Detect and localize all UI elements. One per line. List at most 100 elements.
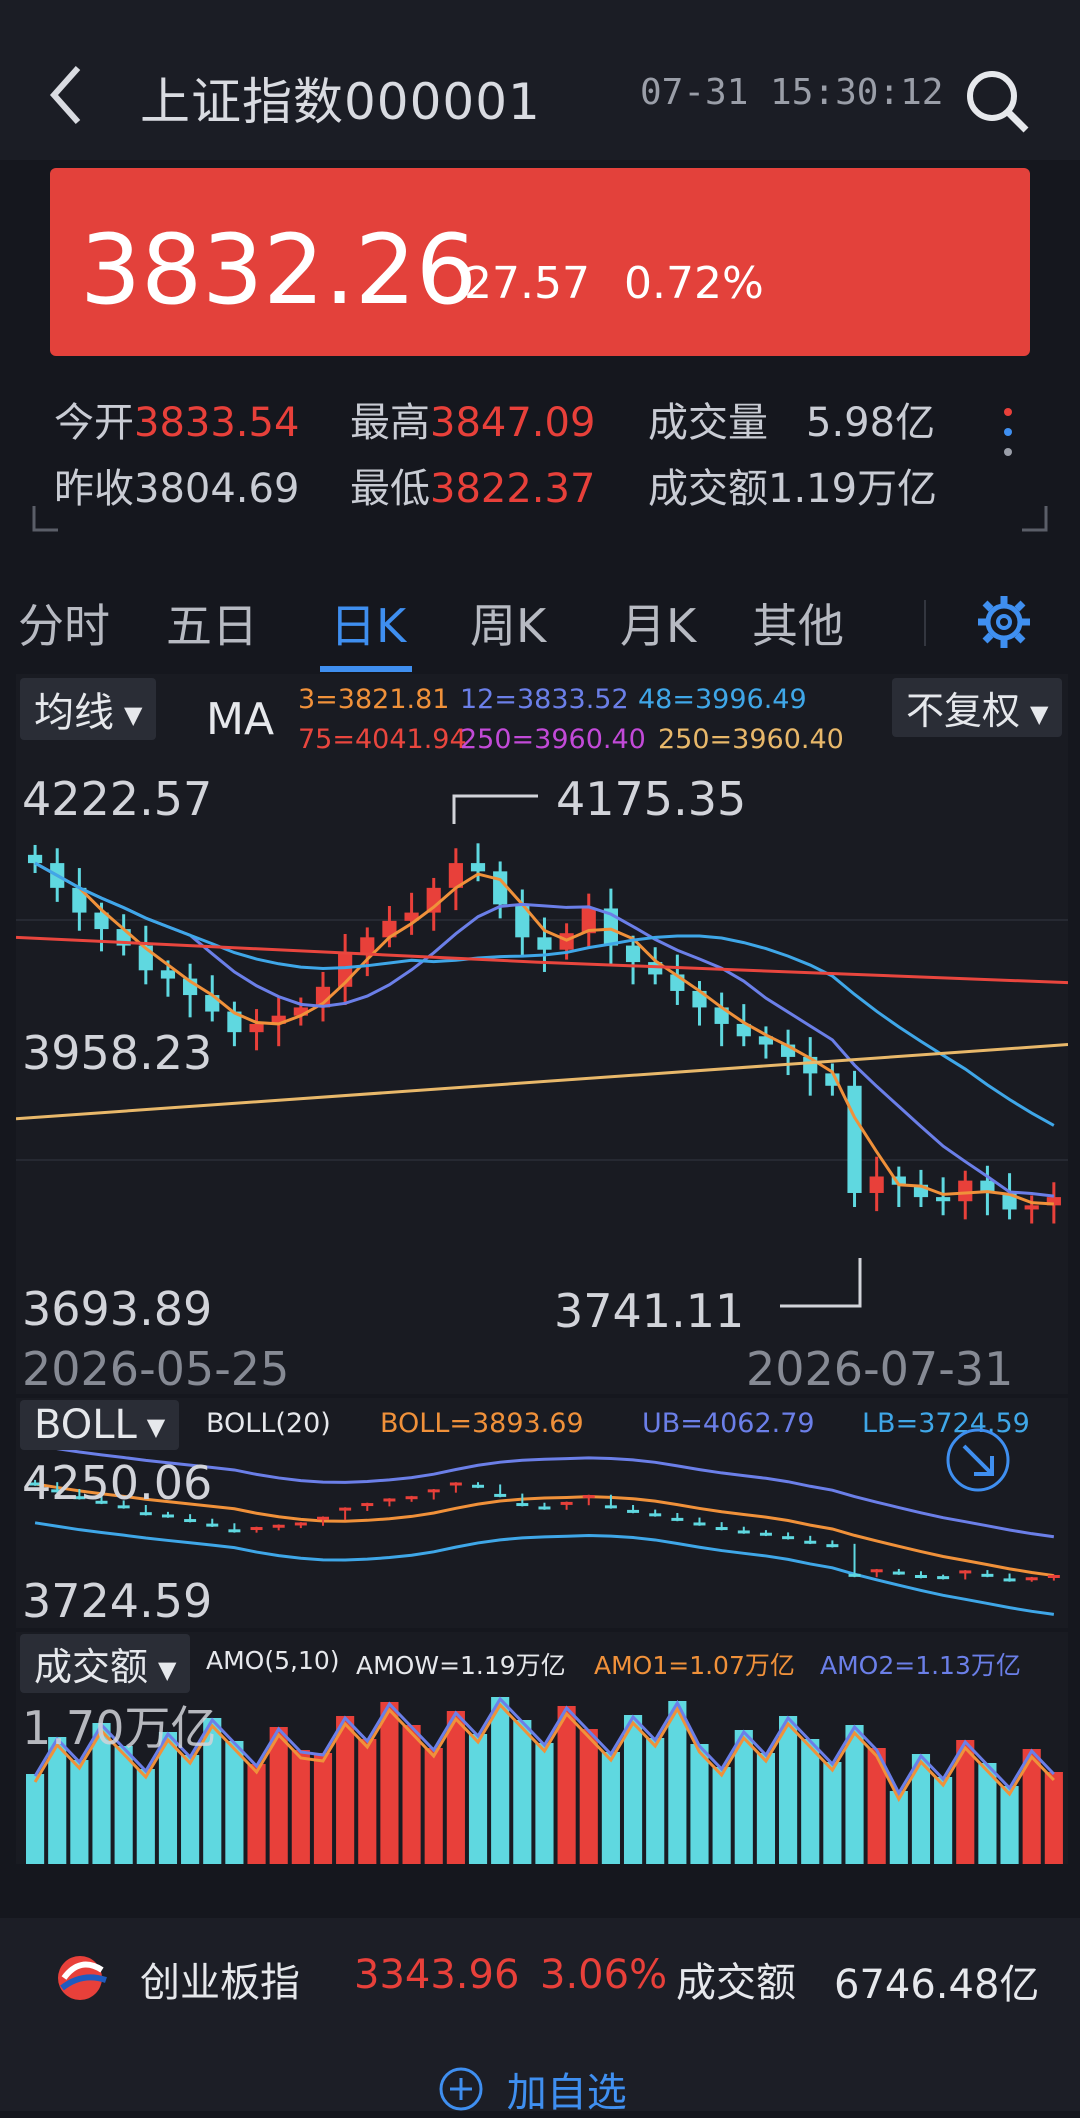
volume-bar xyxy=(114,1746,133,1864)
volume-bar xyxy=(225,1741,244,1864)
volume-bar xyxy=(1000,1786,1019,1864)
page-indicator[interactable] xyxy=(1004,408,1012,468)
volume-bar xyxy=(535,1743,554,1864)
ma75-value: 75=4041.94 xyxy=(298,724,467,755)
boll-dropdown[interactable]: BOLL ▼ xyxy=(20,1400,180,1450)
last-price: 3832.26 xyxy=(80,214,477,326)
volume-bar xyxy=(690,1744,709,1864)
stat-high: 最高3847.09 xyxy=(350,400,596,446)
search-icon[interactable] xyxy=(962,66,1032,136)
price-change-pct: 0.72% xyxy=(624,258,764,309)
boll-ub: UB=4062.79 xyxy=(642,1408,815,1439)
volume-y-label: 1.70万亿 xyxy=(22,1701,217,1755)
tab-other[interactable]: 其他 xyxy=(752,590,844,656)
boll-y-low: 3724.59 xyxy=(22,1574,213,1628)
candle-body xyxy=(249,1023,264,1033)
tab-intraday[interactable]: 分时 xyxy=(18,590,110,656)
price-change: 27.57 xyxy=(464,258,590,309)
volume-bar xyxy=(934,1777,953,1864)
timestamp: 07-31 15:30:12 xyxy=(640,72,944,113)
volume-bar xyxy=(70,1760,89,1864)
volume-bar xyxy=(358,1739,377,1864)
volume-bar xyxy=(491,1697,510,1864)
volume-bar xyxy=(380,1702,399,1864)
boll-mid: BOLL=3893.69 xyxy=(380,1408,584,1439)
high-marker: 4175.35 xyxy=(556,772,747,826)
amo1-value: AMO1=1.07万亿 xyxy=(594,1651,795,1680)
candle-body xyxy=(869,1176,884,1193)
footer-index-pct: 3.06% xyxy=(540,1952,668,1998)
ma3-value: 3=3821.81 xyxy=(298,684,450,715)
active-tab-indicator xyxy=(320,666,412,672)
brand-logo-icon xyxy=(58,1956,107,2000)
amo2-value: AMO2=1.13万亿 xyxy=(820,1651,1021,1680)
volume-bar xyxy=(557,1706,576,1864)
volume-bar xyxy=(313,1753,333,1864)
page-title: 上证指数000001 xyxy=(140,73,541,131)
tab-five-day[interactable]: 五日 xyxy=(166,590,258,656)
candle-body xyxy=(537,937,552,950)
volume-bar xyxy=(646,1738,665,1864)
candle-body xyxy=(625,945,641,963)
back-arrow-icon[interactable] xyxy=(44,60,94,130)
candle-body xyxy=(1024,1205,1039,1210)
volume-bar xyxy=(823,1762,842,1864)
volume-dropdown[interactable]: 成交额 ▼ xyxy=(20,1634,191,1693)
candle-body xyxy=(470,863,486,872)
high-marker-line xyxy=(452,794,538,824)
volume-bar xyxy=(26,1774,45,1864)
tab-weekly-k[interactable]: 周K xyxy=(470,590,546,656)
candle-body xyxy=(493,871,508,905)
y-label-high: 4222.57 xyxy=(22,772,213,826)
volume-bar xyxy=(468,1734,488,1864)
candle-body xyxy=(360,937,375,954)
volume-bar xyxy=(336,1716,355,1864)
low-marker: 3741.11 xyxy=(554,1284,745,1338)
volume-bar xyxy=(801,1739,820,1864)
date-start: 2026-05-25 xyxy=(22,1342,290,1396)
ma-label: MA xyxy=(206,694,275,745)
candle-body xyxy=(958,1180,973,1202)
amow-value: AMOW=1.19万亿 xyxy=(356,1651,566,1680)
add-watchlist-button[interactable]: 加自选 xyxy=(438,2060,627,2118)
volume-bar xyxy=(601,1752,620,1864)
boll-param: BOLL(20) xyxy=(206,1408,331,1439)
tab-daily-k[interactable]: 日K xyxy=(330,590,406,656)
candle-body xyxy=(27,854,43,864)
volume-bar xyxy=(291,1750,310,1864)
y-label-low: 3693.89 xyxy=(22,1282,213,1336)
volume-bar xyxy=(181,1755,200,1864)
candle-body xyxy=(847,1085,862,1193)
collapse-arrow-icon[interactable] xyxy=(942,1424,1014,1496)
date-end: 2026-07-31 xyxy=(746,1342,1014,1396)
volume-bar xyxy=(889,1791,908,1864)
boll-y-high: 4250.06 xyxy=(22,1456,213,1510)
tab-divider xyxy=(924,600,926,646)
volume-bar xyxy=(668,1701,687,1864)
volume-bar xyxy=(579,1729,598,1864)
ma48-value: 48=3996.49 xyxy=(638,684,807,715)
volume-bar xyxy=(779,1716,798,1864)
candle-body xyxy=(936,1197,951,1202)
footer-index-name[interactable]: 创业板指 xyxy=(140,1950,300,2008)
volume-bar xyxy=(136,1769,155,1864)
volume-bar xyxy=(424,1748,443,1864)
footer-amount-label: 成交额 xyxy=(676,1960,796,2006)
volume-bar xyxy=(513,1720,532,1864)
volume-bar xyxy=(402,1725,421,1864)
tab-monthly-k[interactable]: 月K xyxy=(620,590,696,656)
volume-bar xyxy=(623,1715,643,1864)
low-marker-line xyxy=(780,1258,862,1308)
ma-dropdown[interactable]: 均线 ▼ xyxy=(20,678,157,740)
footer-index-price: 3343.96 xyxy=(354,1952,520,1998)
adjust-dropdown[interactable]: 不复权 ▼ xyxy=(892,678,1063,737)
candle-body xyxy=(160,970,176,979)
volume-bar xyxy=(756,1753,776,1864)
footer-amount: 6746.48亿 xyxy=(834,1962,1040,2008)
stats-frame-corners xyxy=(32,506,1048,532)
y-label-mid: 3958.23 xyxy=(22,1026,213,1080)
stat-open: 今开3833.54 xyxy=(54,400,300,446)
gear-icon[interactable] xyxy=(974,592,1034,652)
amo-param: AMO(5,10) xyxy=(206,1646,340,1675)
volume-bar xyxy=(712,1767,731,1864)
